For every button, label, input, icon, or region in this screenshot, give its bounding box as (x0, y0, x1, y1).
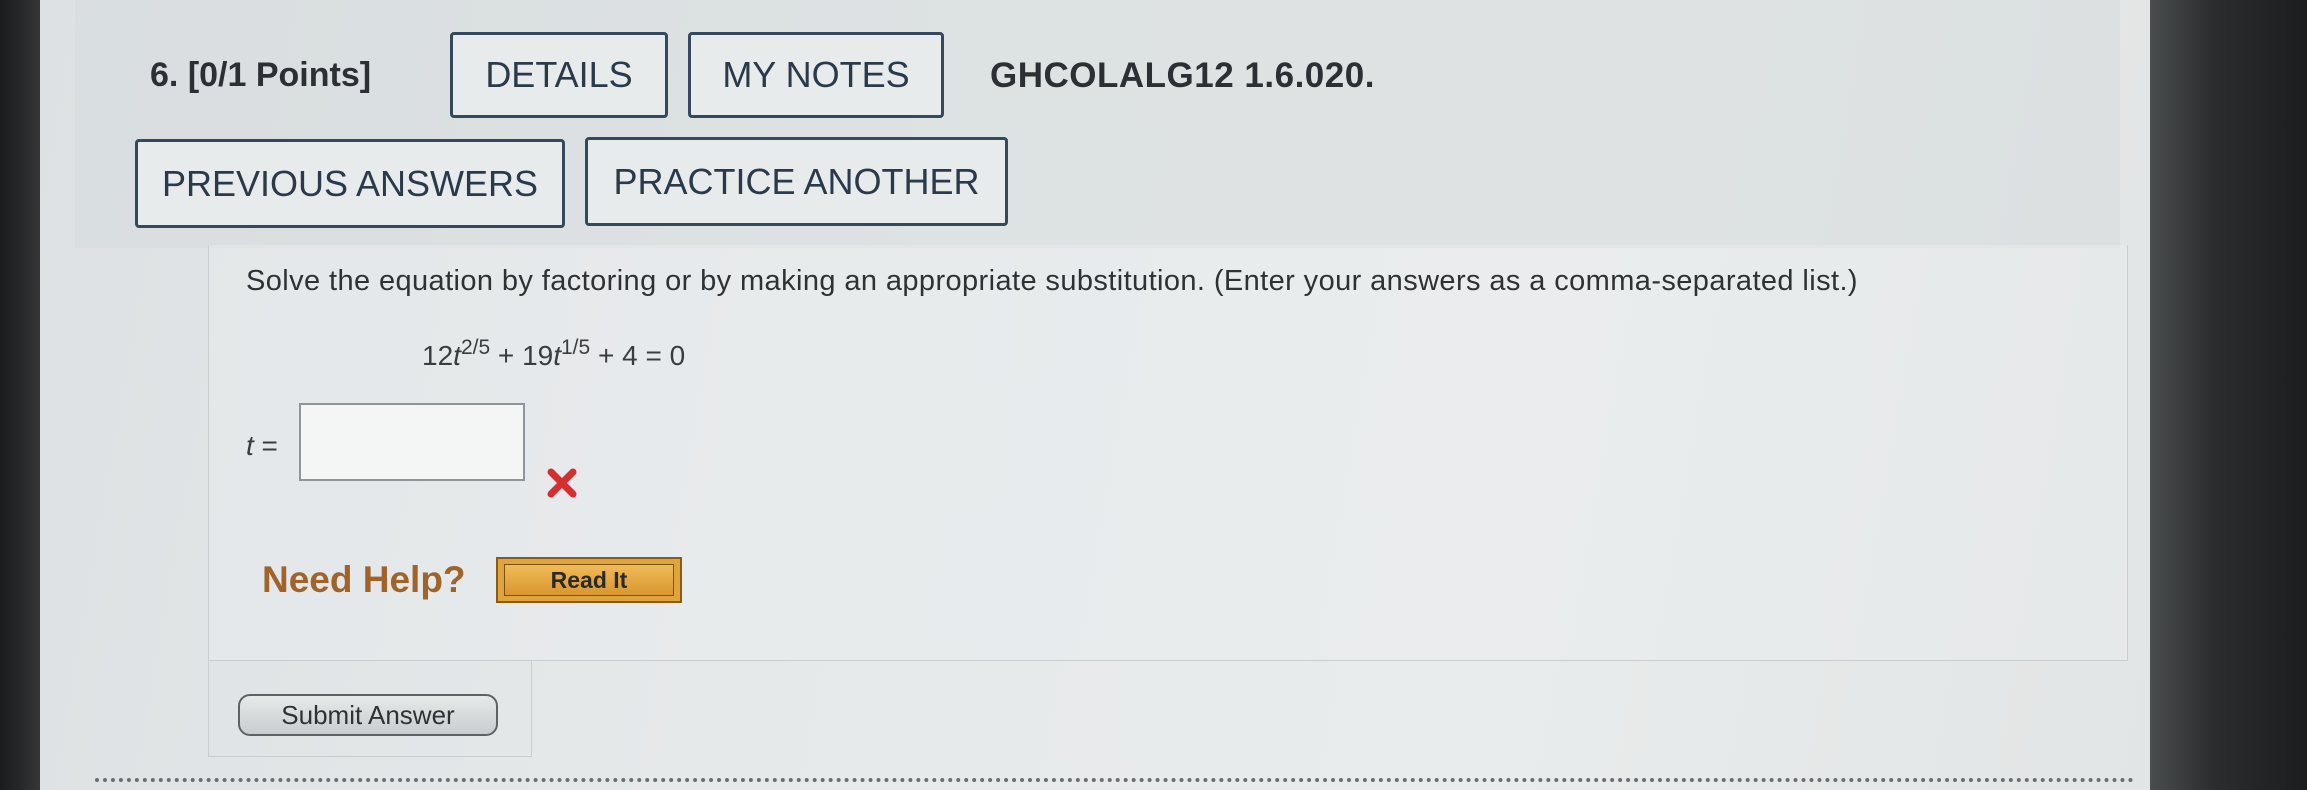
question-number-label: 6. (150, 56, 179, 94)
previous-answers-button[interactable]: PREVIOUS ANSWERS (135, 139, 565, 228)
details-button[interactable]: DETAILS (450, 32, 668, 118)
equation-rhs: + 4 = 0 (590, 340, 686, 371)
dotted-divider (95, 778, 2135, 782)
question-number: 6. [0/1 Points] (150, 56, 371, 95)
equation-variable: t (553, 340, 561, 371)
read-it-label: Read It (504, 564, 674, 596)
equation-exponent: 1/5 (561, 336, 591, 359)
equation-exponent: 2/5 (460, 336, 491, 359)
read-it-button[interactable]: Read It (496, 557, 682, 603)
points-label: [0/1 Points] (187, 56, 372, 94)
monitor-bezel-right (2150, 0, 2307, 790)
answer-label-variable: t (246, 430, 254, 461)
submit-answer-button[interactable]: Submit Answer (238, 694, 498, 736)
equation-coefficient: 12 (422, 340, 454, 371)
equation-operator: + (490, 340, 523, 371)
red-x-icon (547, 468, 577, 498)
my-notes-button[interactable]: MY NOTES (688, 32, 944, 118)
answer-input[interactable] (299, 403, 525, 481)
equation: 12t2/5 + 19t1/5 + 4 = 0 (422, 336, 686, 372)
equation-coefficient: 19 (522, 340, 554, 371)
need-help-label: Need Help? (262, 559, 466, 600)
practice-another-button[interactable]: PRACTICE ANOTHER (585, 137, 1008, 226)
course-code: GHCOLALG12 1.6.020. (990, 56, 1375, 95)
question-prompt: Solve the equation by factoring or by ma… (246, 265, 1858, 297)
answer-label-equals: = (253, 430, 278, 461)
answer-label: t = (246, 430, 278, 462)
equation-variable: t (453, 340, 461, 371)
